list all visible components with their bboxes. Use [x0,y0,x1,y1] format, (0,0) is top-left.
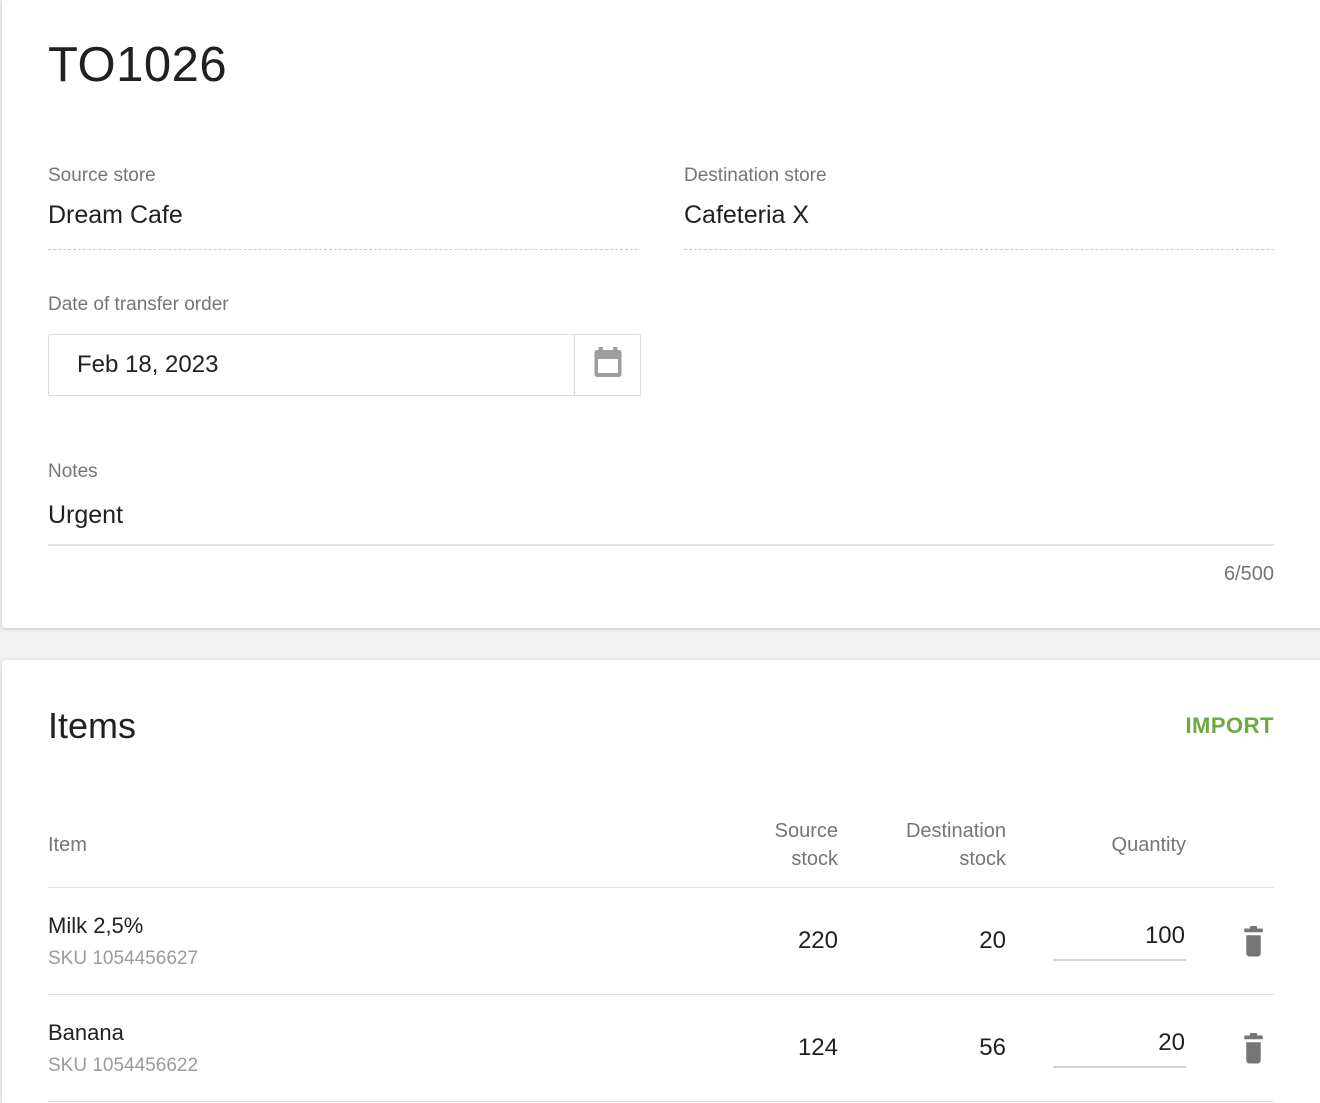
items-header: Items IMPORT [48,660,1274,748]
quantity-input[interactable] [1053,922,1186,961]
item-info: Milk 2,5% SKU 1054456627 [48,913,688,970]
source-stock-value: 220 [688,927,838,955]
column-header-item: Item [48,831,688,859]
destination-store-field[interactable]: Destination store Cafeteria X [684,165,1274,250]
item-sku: SKU 1054456627 [48,948,688,970]
transfer-date-label: Date of transfer order [48,294,1274,316]
item-sku: SKU 1054456622 [48,1055,688,1077]
destination-store-label: Destination store [684,165,1274,187]
column-header-source-stock: Source stock [688,817,838,873]
transfer-date-section: Date of transfer order [48,294,1274,396]
items-table-header: Item Source stock Destination stock Quan… [48,802,1274,888]
transfer-date-input[interactable] [49,335,574,395]
notes-char-counter: 6/500 [48,563,1274,586]
items-card: Items IMPORT Item Source stock Destinati… [2,660,1320,1103]
card-gap [0,628,1320,660]
table-row: Milk 2,5% SKU 1054456627 220 20 [48,888,1274,995]
destination-stock-value: 20 [838,927,1006,955]
transfer-order-card: TO1026 Source store Dream Cafe Destinati… [2,0,1320,628]
actions-cell [1186,926,1274,957]
destination-store-value[interactable]: Cafeteria X [684,201,1274,230]
table-row: Banana SKU 1054456622 124 56 [48,995,1274,1102]
source-store-value[interactable]: Dream Cafe [48,201,638,230]
delete-item-button[interactable] [1241,1033,1266,1064]
quantity-input[interactable] [1053,1029,1186,1068]
transfer-date-box [48,334,641,396]
source-stock-value: 124 [688,1034,838,1062]
date-picker-button[interactable] [574,335,640,395]
quantity-cell [1006,1029,1186,1068]
column-header-quantity: Quantity [1006,831,1186,859]
source-store-label: Source store [48,165,638,187]
actions-cell [1186,1033,1274,1064]
page-title: TO1026 [48,0,1274,95]
calendar-icon [593,347,623,382]
trash-icon [1241,945,1266,960]
notes-section: Notes Urgent 6/500 [48,461,1274,586]
trash-icon [1241,1052,1266,1067]
notes-label: Notes [48,461,1274,483]
source-store-field[interactable]: Source store Dream Cafe [48,165,638,250]
item-name: Banana [48,1020,688,1046]
column-header-destination-stock: Destination stock [838,817,1006,873]
item-info: Banana SKU 1054456622 [48,1020,688,1077]
delete-item-button[interactable] [1241,926,1266,957]
items-title: Items [48,704,136,748]
quantity-cell [1006,922,1186,961]
item-name: Milk 2,5% [48,913,688,939]
destination-stock-value: 56 [838,1034,1006,1062]
notes-input[interactable]: Urgent [48,500,1274,546]
import-button[interactable]: IMPORT [1185,713,1274,739]
stores-row: Source store Dream Cafe Destination stor… [48,165,1274,250]
